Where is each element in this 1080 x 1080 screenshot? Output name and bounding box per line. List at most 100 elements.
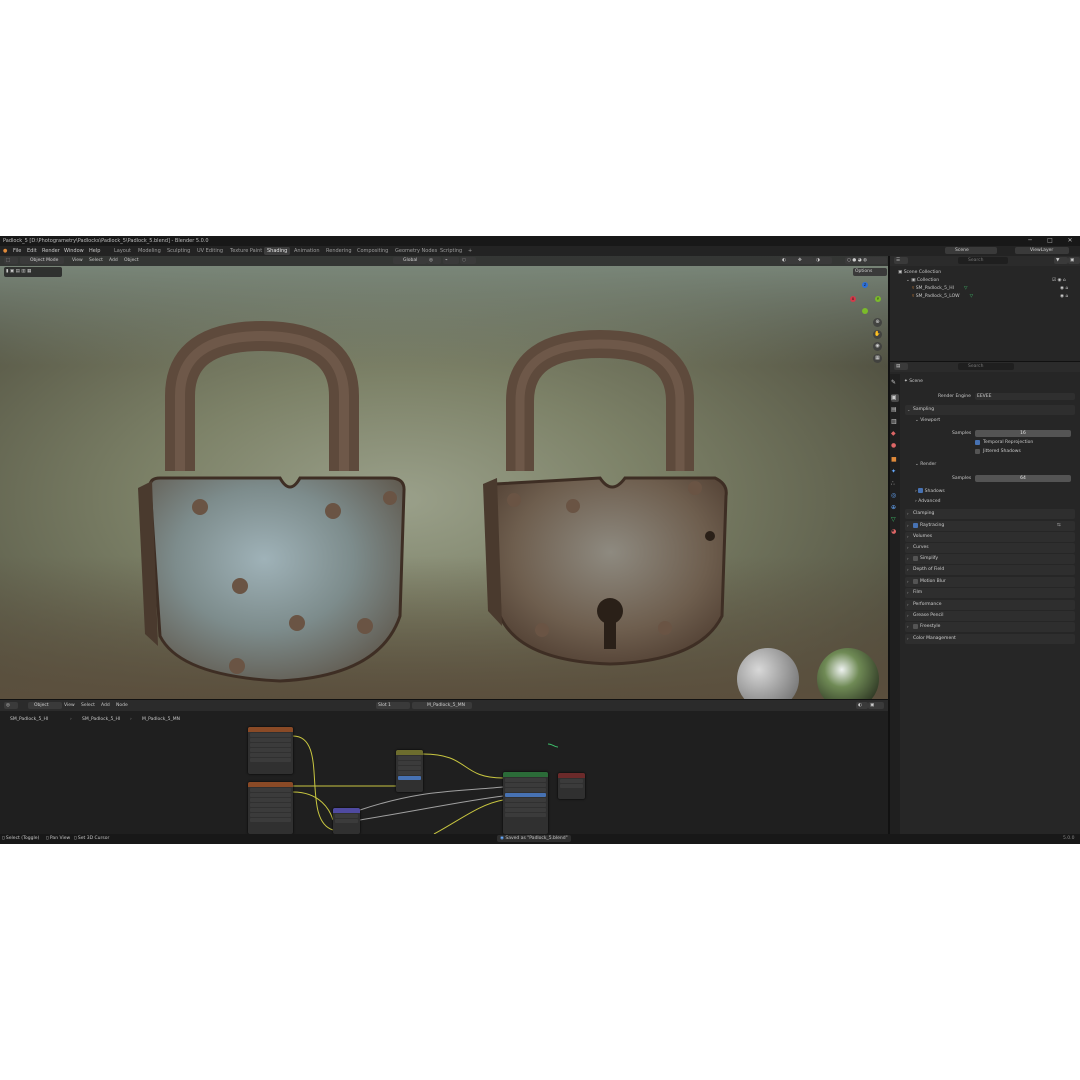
- blender-logo-icon[interactable]: ●: [3, 248, 7, 254]
- output-tab-icon[interactable]: ▤: [891, 406, 899, 414]
- principled-bsdf-node[interactable]: [503, 772, 548, 834]
- node-menu-add[interactable]: Add: [101, 703, 110, 708]
- tab-animation[interactable]: Animation: [291, 247, 323, 255]
- outliner-type-icon[interactable]: ☰: [894, 257, 908, 264]
- world-tab-icon[interactable]: ●: [891, 442, 899, 450]
- axis-neg-y-icon[interactable]: [862, 308, 868, 314]
- raytracing-checkbox[interactable]: [913, 523, 918, 528]
- temporal-reprojection-checkbox[interactable]: [975, 440, 980, 445]
- menu-window[interactable]: Window: [64, 248, 84, 254]
- properties-type-icon[interactable]: ▤: [894, 363, 908, 370]
- constraints-tab-icon[interactable]: ⊕: [891, 504, 899, 512]
- collection-item[interactable]: ⌄ ▣ Collection: [906, 278, 939, 283]
- render-samples-field[interactable]: 64: [975, 475, 1071, 482]
- menu-edit[interactable]: Edit: [27, 248, 37, 254]
- panel-motion-blur[interactable]: › Motion Blur: [905, 577, 1075, 587]
- axis-z-icon[interactable]: Z: [862, 282, 868, 288]
- axis-y-icon[interactable]: Y: [875, 296, 881, 302]
- padlock-hi-model[interactable]: [138, 320, 406, 683]
- properties-search-input[interactable]: Search: [958, 363, 1014, 370]
- shading-mode-icon[interactable]: ○ ● ◕ ◍: [845, 257, 887, 264]
- object-tab-icon[interactable]: ■: [891, 456, 899, 464]
- panel-color-management[interactable]: › Color Management: [905, 634, 1075, 644]
- material-output-node[interactable]: [558, 773, 585, 799]
- 3d-viewport[interactable]: Z X Y ⊕ ✋ ◉ ▦: [0, 256, 888, 699]
- view-layer-selector[interactable]: ViewLayer: [1015, 247, 1069, 254]
- camera-icon[interactable]: ◉: [873, 342, 882, 351]
- overlay-icon[interactable]: ◑: [814, 257, 832, 264]
- viewport-menu-add[interactable]: Add: [109, 258, 118, 263]
- new-collection-icon[interactable]: ▣: [1068, 257, 1080, 264]
- editor-type-button[interactable]: ⬚: [4, 257, 18, 264]
- scene-selector[interactable]: Scene: [945, 247, 997, 254]
- render-engine-selector[interactable]: EEVEE: [975, 393, 1075, 400]
- tab-modeling[interactable]: Modeling: [135, 247, 164, 255]
- maximize-button[interactable]: □: [1045, 237, 1055, 245]
- orientation-selector[interactable]: Global: [393, 257, 427, 264]
- proportional-icon[interactable]: ◌: [460, 257, 476, 264]
- normal-map-node[interactable]: [333, 808, 360, 834]
- panel-sampling[interactable]: ⌄ Sampling: [905, 405, 1075, 415]
- viewport-menu-view[interactable]: View: [72, 258, 83, 263]
- scene-collection-item[interactable]: ▣ Scene Collection: [898, 270, 941, 275]
- panel-clamping[interactable]: › Clamping: [905, 509, 1075, 519]
- mode-selector[interactable]: Object Mode: [20, 257, 64, 264]
- node-menu-select[interactable]: Select: [81, 703, 95, 708]
- padlock-low-model[interactable]: [483, 329, 728, 666]
- hand-icon[interactable]: ✋: [873, 330, 882, 339]
- physics-tab-icon[interactable]: ◎: [891, 492, 899, 500]
- image-texture-node-2[interactable]: [248, 782, 293, 834]
- panel-volumes[interactable]: › Volumes: [905, 532, 1075, 542]
- tab-texture-paint[interactable]: Texture Paint: [227, 247, 265, 255]
- mix-node[interactable]: [396, 750, 423, 792]
- node-menu-view[interactable]: View: [64, 703, 75, 708]
- axis-x-icon[interactable]: X: [850, 296, 856, 302]
- subpanel-advanced[interactable]: › Advanced: [915, 499, 940, 504]
- viewport-menu-object[interactable]: Object: [124, 258, 139, 263]
- subpanel-render[interactable]: ⌄ Render: [915, 462, 936, 467]
- menu-file[interactable]: File: [13, 248, 21, 254]
- outliner-object-low[interactable]: ▿ SM_Padlock_5_LOW ▽: [912, 294, 973, 299]
- close-button[interactable]: ✕: [1065, 237, 1075, 245]
- outliner-search-input[interactable]: Search: [958, 257, 1008, 264]
- freestyle-checkbox[interactable]: [913, 624, 918, 629]
- select-tool-bar[interactable]: ▮ ▣ ▤ ▥ ▦: [4, 267, 62, 277]
- menu-render[interactable]: Render: [42, 248, 60, 254]
- viewport-menu-select[interactable]: Select: [89, 258, 103, 263]
- eye-icon[interactable]: ◉ ⌂: [1060, 286, 1068, 291]
- tab-geometry-nodes[interactable]: Geometry Nodes: [392, 247, 440, 255]
- shader-type-selector[interactable]: Object: [28, 702, 62, 709]
- panel-curves[interactable]: › Curves: [905, 543, 1075, 553]
- tab-layout[interactable]: Layout: [111, 247, 134, 255]
- tab-compositing[interactable]: Compositing: [354, 247, 391, 255]
- outliner-object-hi[interactable]: ▿ SM_Padlock_5_HI ▽: [912, 286, 967, 291]
- scene-tab-icon[interactable]: ◆: [891, 430, 899, 438]
- image-texture-node-1[interactable]: [248, 727, 293, 774]
- material-selector[interactable]: M_Padlock_5_MN: [412, 702, 472, 709]
- motion-blur-checkbox[interactable]: [913, 579, 918, 584]
- preset-icon[interactable]: ⇆: [1057, 523, 1061, 528]
- tab-sculpting[interactable]: Sculpting: [164, 247, 193, 255]
- modifier-tab-icon[interactable]: ✦: [891, 468, 899, 476]
- minimize-button[interactable]: ─: [1025, 237, 1035, 245]
- shadows-checkbox[interactable]: [918, 488, 924, 493]
- data-tab-icon[interactable]: ▽: [891, 516, 899, 524]
- panel-performance[interactable]: › Performance: [905, 600, 1075, 610]
- options-button[interactable]: Options: [853, 268, 887, 276]
- menu-help[interactable]: Help: [89, 248, 100, 254]
- add-workspace-button[interactable]: +: [465, 247, 475, 255]
- tool-tab-icon[interactable]: ✎: [891, 379, 899, 387]
- node-sidebar-icon[interactable]: ▣: [868, 702, 884, 709]
- material-tab-icon[interactable]: ◕: [891, 528, 899, 536]
- panel-freestyle[interactable]: › Freestyle: [905, 622, 1075, 632]
- panel-simplify[interactable]: › Simplify: [905, 554, 1075, 564]
- eye-icon[interactable]: ◉ ⌂: [1060, 294, 1068, 299]
- panel-depth-of-field[interactable]: › Depth of Field: [905, 565, 1075, 575]
- snap-icon[interactable]: ⌁: [443, 257, 459, 264]
- grid-icon[interactable]: ▦: [873, 354, 882, 363]
- simplify-checkbox[interactable]: [913, 556, 918, 561]
- panel-film[interactable]: › Film: [905, 588, 1075, 598]
- node-menu-node[interactable]: Node: [116, 703, 128, 708]
- panel-raytracing[interactable]: › Raytracing ⇆: [905, 521, 1075, 531]
- tab-uv-editing[interactable]: UV Editing: [194, 247, 226, 255]
